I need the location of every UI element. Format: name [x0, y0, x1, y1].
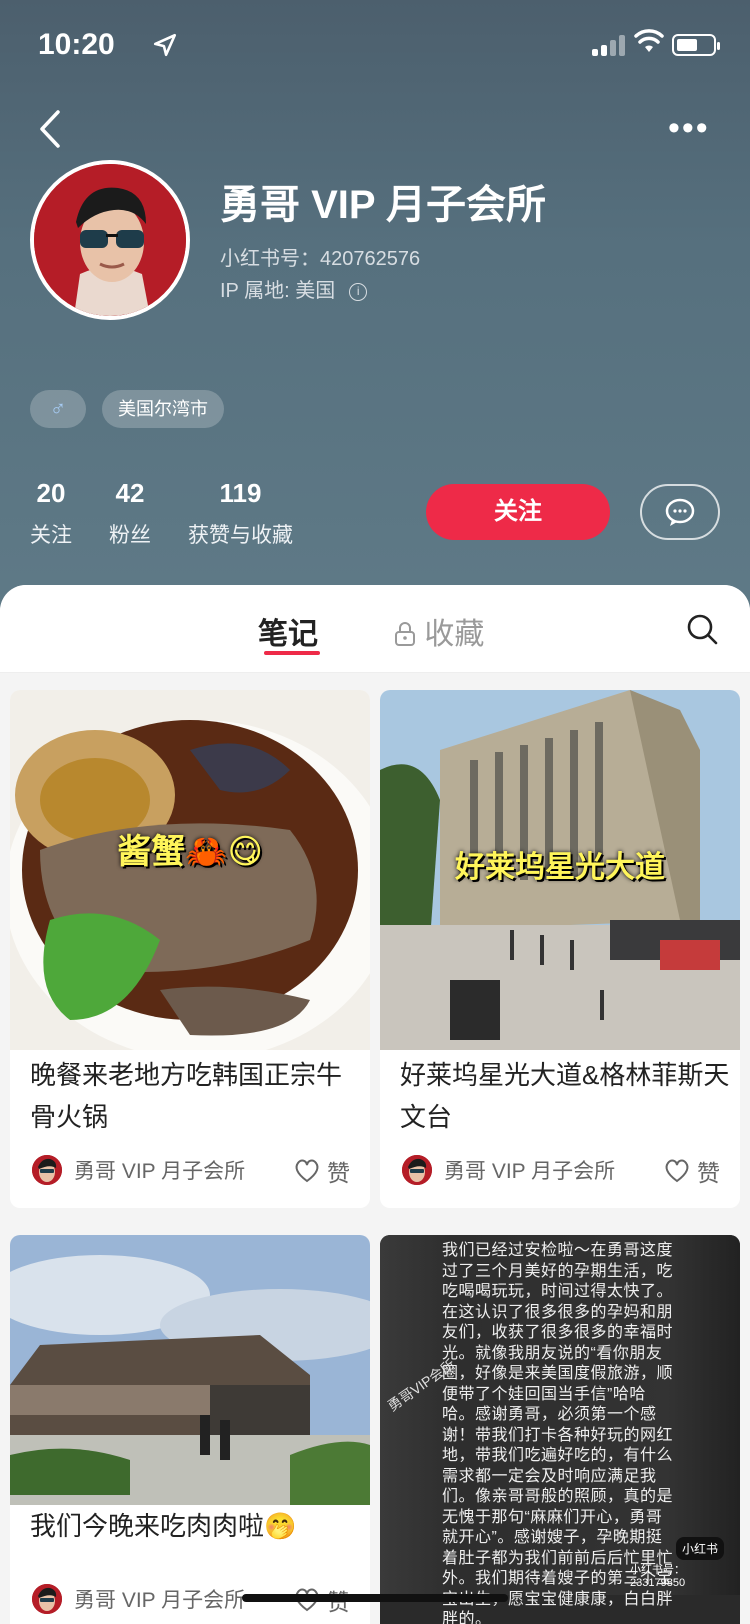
tab-underline — [264, 651, 320, 655]
battery-icon — [672, 34, 720, 56]
follow-button[interactable]: 关注 — [426, 484, 610, 540]
stat-following[interactable]: 20 关注 — [30, 478, 72, 549]
stat-followers[interactable]: 42 粉丝 — [109, 478, 151, 549]
note-card[interactable]: 我们今晚来吃肉肉啦🤭 勇哥 VIP 月子会所 赞 — [10, 1235, 370, 1624]
tab-collect[interactable]: 收藏 — [394, 609, 484, 653]
note-card[interactable]: 酱蟹🦀😋 晚餐来老地方吃韩国正宗牛骨火锅 勇哥 VIP 月子会所 赞 — [10, 690, 370, 1208]
note-card[interactable]: 好莱坞星光大道 好莱坞星光大道&格林菲斯天文台 勇哥 VIP 月子会所 赞 — [380, 690, 740, 1208]
like-button[interactable]: 赞 — [663, 1154, 720, 1188]
note-author[interactable]: 勇哥 VIP 月子会所 — [30, 1152, 245, 1188]
stat-number: 42 — [115, 478, 145, 508]
author-avatar — [400, 1153, 434, 1187]
ip-location-text: IP 属地: 美国 — [220, 280, 336, 302]
stat-label: 获赞与收藏 — [188, 524, 293, 547]
note-image-caption: 好莱坞星光大道 — [455, 851, 665, 884]
status-time: 10:20 — [38, 28, 115, 61]
profile-header: 10:20 ••• 勇哥 VIP 月子会所 小红书号：420762576 IP … — [0, 0, 750, 620]
info-icon[interactable]: i — [349, 282, 368, 301]
message-button[interactable] — [640, 484, 720, 540]
tab-collect-label: 收藏 — [424, 618, 485, 651]
home-indicator — [242, 1594, 508, 1602]
like-button[interactable]: 赞 — [293, 1154, 350, 1188]
watermark-logo: 小红书 — [676, 1537, 725, 1560]
wifi-icon — [634, 29, 664, 52]
avatar[interactable] — [30, 160, 190, 320]
stat-number: 119 — [219, 478, 262, 508]
location-arrow-icon — [153, 33, 177, 57]
author-name: 勇哥 VIP 月子会所 — [444, 1160, 616, 1183]
lock-icon — [395, 622, 415, 646]
tab-notes[interactable]: 笔记 — [258, 609, 318, 653]
status-bar: 10:20 — [0, 0, 750, 90]
profile-name: 勇哥 VIP 月子会所 — [220, 183, 546, 227]
note-author[interactable]: 勇哥 VIP 月子会所 — [400, 1152, 615, 1188]
author-name: 勇哥 VIP 月子会所 — [74, 1589, 246, 1612]
like-label: 赞 — [327, 1160, 350, 1186]
more-icon[interactable]: ••• — [668, 108, 718, 148]
chat-bubble-icon — [665, 498, 695, 526]
like-label: 赞 — [697, 1160, 720, 1186]
note-image-caption: 酱蟹🦀😋 — [117, 833, 263, 871]
stat-label: 粉丝 — [109, 524, 151, 547]
location-tag: 美国尔湾市 — [102, 390, 224, 428]
back-icon[interactable] — [30, 104, 70, 154]
author-avatar — [30, 1582, 64, 1616]
note-image: 勇哥VIP会所 我们已经过安检啦～在勇哥这度过了三个月美好的孕期生活，吃吃喝喝玩… — [380, 1235, 740, 1624]
search-icon[interactable] — [686, 613, 718, 645]
tab-bar: 笔记 收藏 — [0, 585, 750, 673]
note-title: 晚餐来老地方吃韩国正宗牛骨火锅 — [30, 1060, 343, 1132]
note-card[interactable]: 勇哥VIP会所 我们已经过安检啦～在勇哥这度过了三个月美好的孕期生活，吃吃喝喝玩… — [380, 1235, 740, 1624]
gender-male-icon: ♂ — [30, 390, 86, 428]
note-image — [10, 1235, 370, 1505]
profile-uid: 小红书号：420762576 — [220, 248, 421, 270]
signal-icon — [592, 34, 628, 56]
ip-location: IP 属地: 美国 i — [220, 274, 368, 303]
author-avatar — [30, 1153, 64, 1187]
heart-icon — [665, 1159, 689, 1183]
note-title: 我们今晚来吃肉肉啦🤭 — [30, 1511, 297, 1541]
stat-label: 关注 — [30, 524, 72, 547]
note-title: 好莱坞星光大道&格林菲斯天文台 — [400, 1060, 730, 1132]
stat-likes-collects[interactable]: 119 获赞与收藏 — [188, 478, 293, 549]
notes-panel: 笔记 收藏 酱蟹🦀😋 晚餐来老地方吃韩国正宗牛骨火锅 勇哥 VIP 月子会所 赞… — [0, 585, 750, 1624]
watermark-id: 小红书号：233179850 — [630, 1564, 686, 1589]
stat-number: 20 — [36, 478, 66, 508]
author-name: 勇哥 VIP 月子会所 — [74, 1160, 246, 1183]
note-author[interactable]: 勇哥 VIP 月子会所 — [30, 1581, 245, 1617]
heart-icon — [295, 1159, 319, 1183]
